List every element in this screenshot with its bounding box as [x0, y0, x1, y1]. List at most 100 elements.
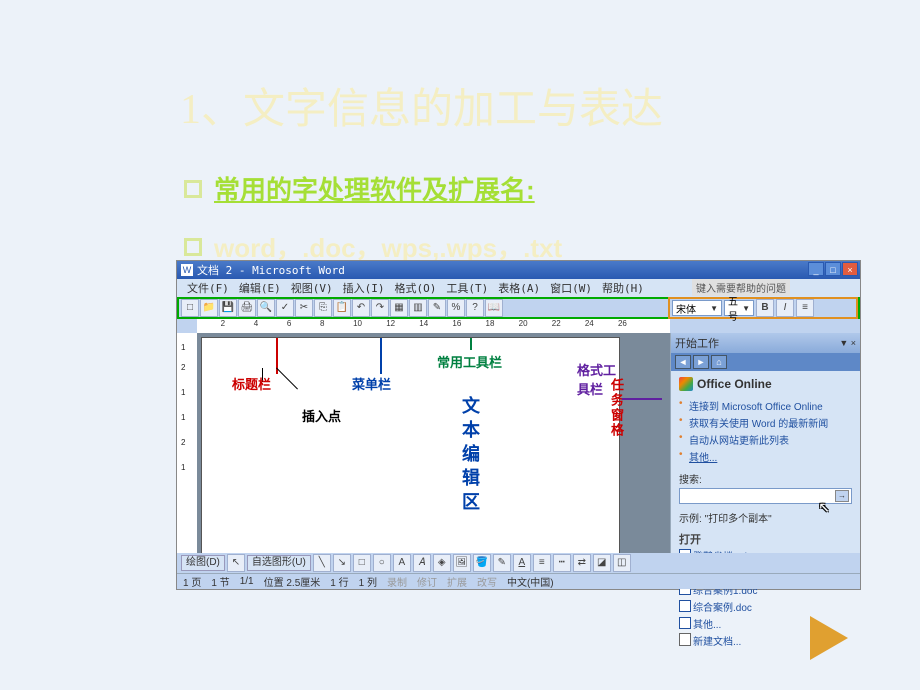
taskpane-title: 开始工作 — [675, 335, 719, 351]
arrow-icon[interactable]: ↘ — [333, 554, 351, 572]
menu-help[interactable]: 帮助(H) — [598, 280, 648, 296]
zoom-icon[interactable]: % — [447, 299, 465, 317]
dashstyle-icon[interactable]: ┅ — [553, 554, 571, 572]
status-bar: 1 页 1 节 1/1 位置 2.5厘米 1 行 1 列 录制 修订 扩展 改写… — [177, 573, 860, 589]
italic-icon[interactable]: I — [776, 299, 794, 317]
wordart-icon[interactable]: 𝐴 — [413, 554, 431, 572]
status-lang: 中文(中国) — [507, 574, 554, 589]
copy-icon[interactable]: ⎘ — [314, 299, 332, 317]
ruler-tick: 6 — [287, 319, 291, 328]
draw-menu[interactable]: 绘图(D) — [181, 555, 225, 571]
vruler-tick: 2 — [181, 438, 185, 447]
home-icon[interactable]: ⌂ — [711, 355, 727, 369]
status-ovr: 改写 — [477, 574, 497, 589]
undo-icon[interactable]: ↶ — [352, 299, 370, 317]
oval-icon[interactable]: ○ — [373, 554, 391, 572]
horizontal-ruler[interactable]: 2 4 6 8 10 12 14 16 18 20 22 24 26 — [197, 319, 670, 333]
linecolor-icon[interactable]: ✎ — [493, 554, 511, 572]
menu-window[interactable]: 窗口(W) — [546, 280, 596, 296]
threed-icon[interactable]: ◫ — [613, 554, 631, 572]
help-icon[interactable]: ? — [466, 299, 484, 317]
menu-view[interactable]: 视图(V) — [287, 280, 337, 296]
mouse-cursor-icon: ↖ — [818, 499, 830, 516]
autoshape-menu[interactable]: 自选图形(U) — [247, 555, 311, 571]
shadow-icon[interactable]: ◪ — [593, 554, 611, 572]
word-screenshot: www.teacherchen.cn W 文档 2 - Microsoft Wo… — [176, 260, 861, 590]
ruler-tick: 2 — [221, 319, 225, 328]
annotation-textarea: 文本编辑区 — [457, 396, 483, 516]
minimize-button[interactable]: _ — [808, 262, 824, 276]
search-go-icon[interactable]: → — [835, 490, 849, 502]
menu-file[interactable]: 文件(F) — [183, 280, 233, 296]
align-icon[interactable]: ≡ — [796, 299, 814, 317]
lineweight-icon[interactable]: ≡ — [533, 554, 551, 572]
menu-edit[interactable]: 编辑(E) — [235, 280, 285, 296]
paste-icon[interactable]: 📋 — [333, 299, 351, 317]
annotation-menubar: 菜单栏 — [352, 374, 391, 393]
cut-icon[interactable]: ✂ — [295, 299, 313, 317]
fontcolor-icon[interactable]: A — [513, 554, 531, 572]
back-icon[interactable]: ◄ — [675, 355, 691, 369]
vruler-tick: 2 — [181, 363, 185, 372]
textbox-icon[interactable]: A — [393, 554, 411, 572]
arrowstyle-icon[interactable]: ⇄ — [573, 554, 591, 572]
font-name-value: 宋体 — [676, 301, 696, 316]
ruler-tick: 26 — [618, 319, 627, 328]
status-section: 1 节 — [211, 574, 229, 589]
next-slide-button[interactable] — [810, 616, 848, 660]
font-name-dropdown[interactable]: 宋体 ▼ — [672, 300, 722, 316]
line-icon[interactable]: ╲ — [313, 554, 331, 572]
annotation-line — [380, 338, 382, 374]
font-size-value: 五号 — [728, 293, 742, 323]
ruler-tick: 14 — [419, 319, 428, 328]
search-label: 搜索: — [679, 471, 852, 486]
menu-tools[interactable]: 工具(T) — [442, 280, 492, 296]
bullet-1-text: 常用的字处理软件及扩展名: — [214, 170, 535, 207]
rect-icon[interactable]: □ — [353, 554, 371, 572]
diagram-icon[interactable]: ◈ — [433, 554, 451, 572]
forward-icon[interactable]: ► — [693, 355, 709, 369]
menu-format[interactable]: 格式(O) — [391, 280, 441, 296]
new-icon[interactable]: □ — [181, 299, 199, 317]
vertical-ruler[interactable]: 1 2 1 1 2 1 — [177, 333, 197, 571]
read-icon[interactable]: 📖 — [485, 299, 503, 317]
chevron-down-icon[interactable]: ▼ × — [839, 338, 856, 348]
ruler-tick: 18 — [486, 319, 495, 328]
save-icon[interactable]: 💾 — [219, 299, 237, 317]
clipart-icon[interactable]: 🖼 — [453, 554, 471, 572]
preview-icon[interactable]: 🔍 — [257, 299, 275, 317]
recent-file[interactable]: 综合案例.doc — [679, 598, 852, 615]
task-pane: 开始工作 ▼ × ◄ ► ⌂ Office Online 连接到 Microso… — [670, 333, 860, 571]
font-size-dropdown[interactable]: 五号 ▼ — [724, 300, 754, 316]
close-button[interactable]: × — [842, 262, 858, 276]
word-app-icon: W — [181, 264, 193, 276]
document-page[interactable]: 标题栏 菜单栏 常用工具栏 格式工具栏 插入点 文本编辑区 任务窗格 绘图工具栏… — [201, 337, 620, 571]
status-ext: 扩展 — [447, 574, 467, 589]
select-icon[interactable]: ↖ — [227, 554, 245, 572]
link-connect[interactable]: 连接到 Microsoft Office Online — [679, 397, 852, 414]
ruler-tick: 24 — [585, 319, 594, 328]
menu-table[interactable]: 表格(A) — [494, 280, 544, 296]
link-news[interactable]: 获取有关使用 Word 的最新新闻 — [679, 414, 852, 431]
maximize-button[interactable]: □ — [825, 262, 841, 276]
redo-icon[interactable]: ↷ — [371, 299, 389, 317]
status-page: 1 页 — [183, 574, 201, 589]
link-other[interactable]: 其他... — [679, 448, 852, 465]
office-icon — [679, 377, 693, 391]
menu-insert[interactable]: 插入(I) — [339, 280, 389, 296]
print-icon[interactable]: 🖨 — [238, 299, 256, 317]
bold-icon[interactable]: B — [756, 299, 774, 317]
example-value: "打印多个副本" — [705, 514, 772, 525]
spell-icon[interactable]: ✓ — [276, 299, 294, 317]
drawing-icon[interactable]: ✎ — [428, 299, 446, 317]
taskpane-content: Office Online 连接到 Microsoft Office Onlin… — [671, 371, 860, 655]
vruler-tick: 1 — [181, 463, 185, 472]
columns-icon[interactable]: ▥ — [409, 299, 427, 317]
annotation-line — [470, 338, 472, 350]
table-icon[interactable]: ▦ — [390, 299, 408, 317]
format-toolbar: 宋体 ▼ 五号 ▼ B I ≡ — [668, 297, 858, 319]
link-autoupdate[interactable]: 自动从网站更新此列表 — [679, 431, 852, 448]
fillcolor-icon[interactable]: 🪣 — [473, 554, 491, 572]
slide-title: 1、文字信息的加工与表达 — [180, 75, 663, 136]
open-icon[interactable]: 📁 — [200, 299, 218, 317]
